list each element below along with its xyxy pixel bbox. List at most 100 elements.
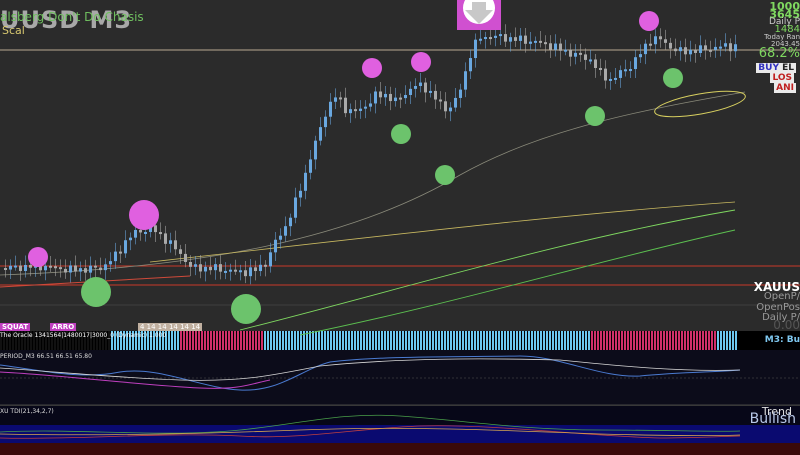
strip-bar [408,331,410,351]
candle-body [509,37,512,42]
strip-bar [378,331,380,351]
strip-bar [543,331,545,351]
candle-body [564,49,567,52]
anl-tag: ANI [774,83,796,93]
strip-bar [189,331,191,351]
candle-body [254,267,257,272]
strip-bar [675,331,677,351]
candle-body [199,264,202,272]
strip-bar [561,331,563,351]
candle-body [519,35,522,41]
strip-bar [471,331,473,351]
candle-body [239,270,242,273]
strip-bar [351,331,353,351]
strip-bar [288,331,290,351]
candle-body [734,44,737,52]
strip-bar [576,331,578,351]
strip-bar [345,331,347,351]
candle-body [179,249,182,254]
strip-bar [639,331,641,351]
strip-bar [603,331,605,351]
candle-body [264,264,267,267]
strip-bar [213,331,215,351]
strip-bar [270,331,272,351]
strip-bar [330,331,332,351]
strip-bar [480,331,482,351]
strip-bar [462,331,464,351]
candle-body [429,90,432,93]
candle-body [94,265,97,268]
candle-body [689,49,692,55]
candle-body [584,54,587,60]
strip-bar [384,331,386,351]
strip-bar [390,331,392,351]
strip-bar [594,331,596,351]
candle-body [314,140,317,160]
candle-body [609,78,612,81]
strip-bar [417,331,419,351]
strip-bar [237,331,239,351]
strip-bar [618,331,620,351]
candle-body [334,97,337,102]
candle-body [569,49,572,57]
strip-bar [627,331,629,351]
candle-body [224,270,227,273]
strip-bar [228,331,230,351]
strip-bar [411,331,413,351]
strip-bar [222,331,224,351]
strip-bar [441,331,443,351]
strip-bar [438,331,440,351]
candle-body [424,82,427,93]
strip-bar [621,331,623,351]
candle-body [714,46,717,50]
candle-body [489,37,492,40]
strip-bar [678,331,680,351]
candle-body [184,253,187,262]
candle-body [719,46,722,49]
strip-bar [465,331,467,351]
candle-body [74,265,77,272]
candle-body [139,229,142,233]
strip-bar [429,331,431,351]
strip-bar [321,331,323,351]
strip-bar [186,331,188,351]
candle-body [464,71,467,90]
oscillator-pane-bg [0,350,800,405]
candle-body [269,252,272,267]
strip-bar [477,331,479,351]
candle-body [339,97,342,100]
strip-bar [285,331,287,351]
strip-bar [450,331,452,351]
strip-bar [207,331,209,351]
candle-body [724,43,727,47]
candle-body [4,268,7,270]
strip-bar [513,331,515,351]
candle-body [554,43,557,50]
strip-bar [219,331,221,351]
strip-bar [558,331,560,351]
candle-body [544,42,547,45]
candle-body [379,91,382,98]
buy-signal-dot [663,68,683,88]
strip-bar [495,331,497,351]
candle-body [79,268,82,272]
strip-bar [405,331,407,351]
candle-body [389,93,392,102]
candle-body [159,232,162,235]
candle-body [69,265,72,273]
strip-bar [708,331,710,351]
candle-body [704,45,707,50]
price-chart[interactable] [0,0,800,455]
candle-body [639,54,642,58]
strip-bar [180,331,182,351]
strip-bar [672,331,674,351]
strip-bar [195,331,197,351]
strip-bar [225,331,227,351]
candle-body [709,49,712,52]
strip-bar [705,331,707,351]
strip-bar [360,331,362,351]
strip-bar [681,331,683,351]
candle-body [249,267,252,277]
candle-body [344,97,347,114]
strip-bar [609,331,611,351]
